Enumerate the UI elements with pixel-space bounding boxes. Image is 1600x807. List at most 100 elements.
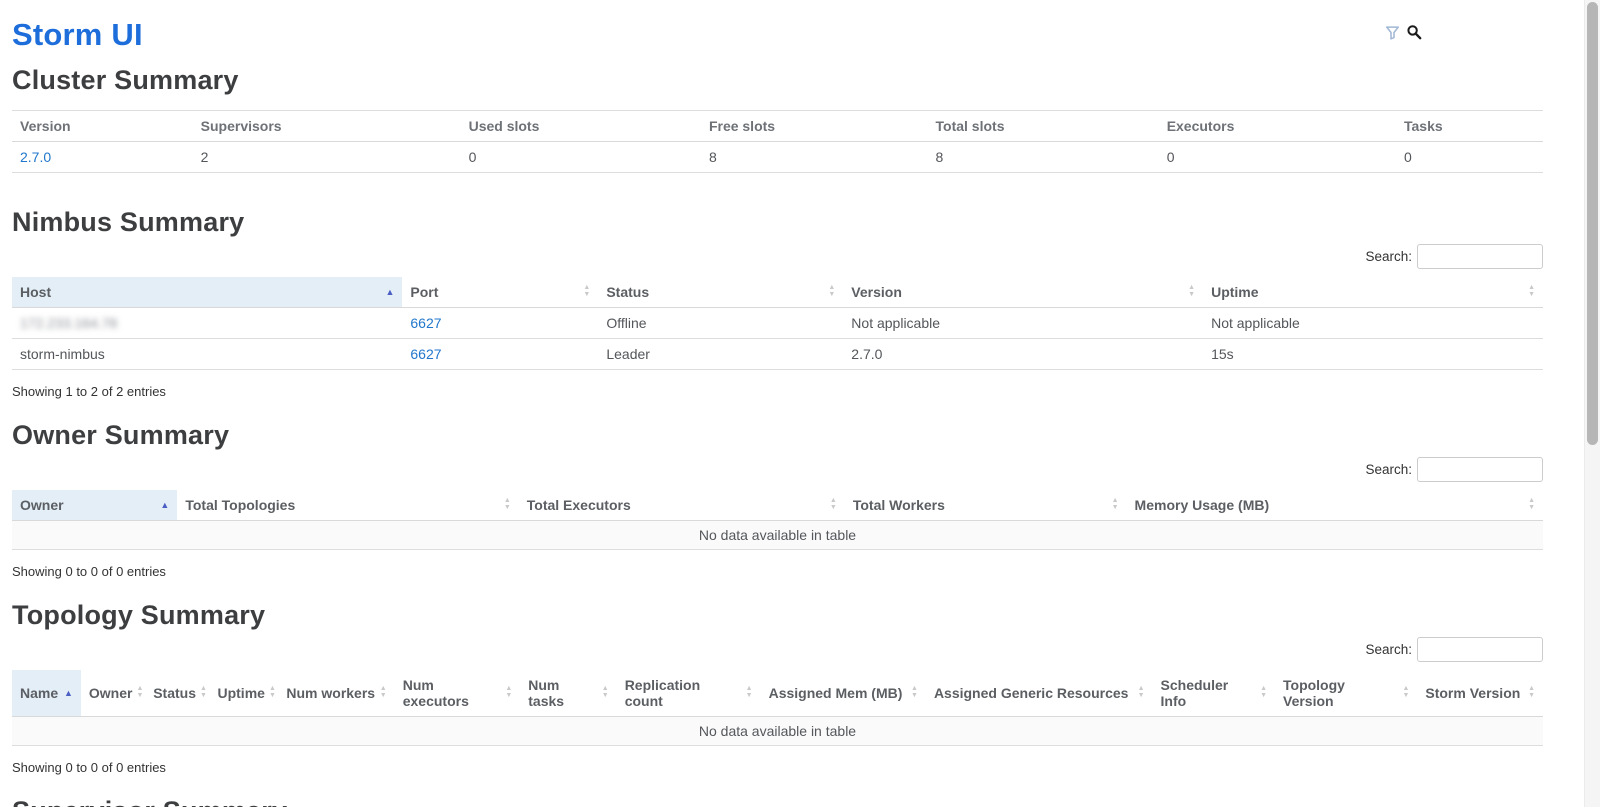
nimbus-col-port[interactable]: Port ▲▼	[402, 277, 598, 308]
column-label: Owner	[20, 497, 64, 513]
column-label: Uptime	[217, 685, 264, 701]
column-label: Name	[20, 685, 58, 701]
owner-search-input[interactable]	[1417, 457, 1543, 482]
nimbus-version-cell: 2.7.0	[843, 339, 1203, 370]
nimbus-host-cell: storm-nimbus	[12, 339, 402, 370]
topology-col-status[interactable]: Status▲▼	[145, 670, 209, 717]
owner-summary-section: Owner Summary Search: Owner▲ Total Topol…	[12, 420, 1543, 579]
nimbus-version-cell: Not applicable	[843, 308, 1203, 339]
topbar	[1385, 24, 1422, 40]
sort-icon: ▲▼	[269, 686, 276, 699]
sort-icon: ▲▼	[505, 686, 512, 699]
sort-icon: ▲▼	[1112, 498, 1119, 511]
topology-col-num-workers[interactable]: Num workers▲▼	[278, 670, 394, 717]
sort-icon: ▲▼	[136, 686, 143, 699]
column-label: Host	[20, 284, 51, 300]
column-label: Assigned Mem (MB)	[769, 685, 903, 701]
cluster-executors-cell: 0	[1159, 142, 1396, 173]
topology-col-name[interactable]: Name▲	[12, 670, 81, 717]
topology-summary-section: Topology Summary Search: Name▲ Owner▲▼	[12, 600, 1543, 775]
sort-icon: ▲▼	[1528, 498, 1535, 511]
sort-icon: ▲▼	[1528, 686, 1535, 699]
sort-icon: ▲▼	[602, 686, 609, 699]
topology-col-owner[interactable]: Owner▲▼	[81, 670, 145, 717]
nimbus-row: 172.233.164.78 6627 Offline Not applicab…	[12, 308, 1543, 339]
cluster-supervisors-cell: 2	[193, 142, 461, 173]
column-label: Num executors	[403, 677, 502, 709]
cluster-used-slots-cell: 0	[461, 142, 701, 173]
column-label: Total Workers	[853, 497, 945, 513]
sort-asc-icon: ▲	[160, 501, 169, 510]
sort-icon: ▲▼	[1528, 285, 1535, 298]
search-label: Search:	[1365, 462, 1412, 477]
topology-summary-table: Name▲ Owner▲▼ Status▲▼ Uptime▲▼ Num work…	[12, 670, 1543, 746]
nimbus-port-cell: 6627	[402, 339, 598, 370]
nimbus-col-version[interactable]: Version ▲▼	[843, 277, 1203, 308]
topology-search-input[interactable]	[1417, 637, 1543, 662]
search-icon[interactable]	[1406, 24, 1422, 40]
column-label: Replication count	[625, 677, 742, 709]
nimbus-col-status[interactable]: Status▲▼	[598, 277, 843, 308]
nimbus-uptime-cell: 15s	[1203, 339, 1543, 370]
column-label: Memory Usage (MB)	[1135, 497, 1270, 513]
sort-icon: ▲▼	[1138, 686, 1145, 699]
nimbus-uptime-cell: Not applicable	[1203, 308, 1543, 339]
topology-col-replication-count[interactable]: Replication count ▲▼	[617, 670, 761, 717]
column-label: Num tasks	[528, 677, 598, 709]
nimbus-search-input[interactable]	[1417, 244, 1543, 269]
version-link[interactable]: 2.7.0	[20, 149, 51, 165]
scrollbar-thumb[interactable]	[1587, 2, 1598, 445]
empty-table-message: No data available in table	[12, 717, 1543, 746]
owner-col-total-topologies[interactable]: Total Topologies▲▼	[177, 490, 518, 521]
column-label: Storm Version	[1425, 685, 1520, 701]
sort-icon: ▲▼	[1402, 686, 1409, 699]
owner-col-total-executors[interactable]: Total Executors▲▼	[519, 490, 845, 521]
cluster-free-slots-cell: 8	[701, 142, 928, 173]
column-label: Version	[851, 284, 902, 300]
nimbus-col-uptime[interactable]: Uptime▲▼	[1203, 277, 1543, 308]
column-label: Topology Version	[1283, 677, 1398, 709]
owner-table-info: Showing 0 to 0 of 0 entries	[12, 564, 1543, 579]
column-label: Total Executors	[527, 497, 631, 513]
nimbus-port-cell: 6627	[402, 308, 598, 339]
cluster-summary-section: Cluster Summary Version Supervisors Used…	[12, 65, 1543, 173]
sort-icon: ▲▼	[1188, 285, 1195, 298]
sort-icon: ▲▼	[583, 285, 590, 298]
cluster-col-tasks: Tasks	[1396, 111, 1543, 142]
column-label: Assigned Generic Resources	[934, 685, 1129, 701]
empty-table-message: No data available in table	[12, 521, 1543, 550]
filter-funnel-icon[interactable]	[1385, 25, 1400, 40]
nimbus-col-host[interactable]: Host▲	[12, 277, 402, 308]
page-content: Storm UI Cluster Summary Version Supervi…	[12, 17, 1543, 807]
nimbus-search-row: Search:	[12, 244, 1543, 269]
port-link[interactable]: 6627	[410, 315, 441, 331]
cluster-col-supervisors: Supervisors	[193, 111, 461, 142]
topology-col-topology-version[interactable]: Topology Version ▲▼	[1275, 670, 1417, 717]
topology-col-assigned-mem[interactable]: Assigned Mem (MB)▲▼	[761, 670, 926, 717]
topology-search-row: Search:	[12, 637, 1543, 662]
cluster-summary-heading: Cluster Summary	[12, 65, 1543, 96]
topology-col-num-executors[interactable]: Num executors▲▼	[395, 670, 521, 717]
cluster-tasks-cell: 0	[1396, 142, 1543, 173]
topology-col-scheduler-info[interactable]: Scheduler Info▲▼	[1153, 670, 1275, 717]
owner-col-memory-usage[interactable]: Memory Usage (MB) ▲▼	[1127, 490, 1543, 521]
sort-icon: ▲▼	[746, 686, 753, 699]
topology-col-storm-version[interactable]: Storm Version ▲▼	[1417, 670, 1543, 717]
topology-summary-heading: Topology Summary	[12, 600, 1543, 631]
topology-col-uptime[interactable]: Uptime ▲▼	[209, 670, 278, 717]
sort-icon: ▲▼	[828, 285, 835, 298]
sort-icon: ▲▼	[1260, 686, 1267, 699]
owner-col-total-workers[interactable]: Total Workers ▲▼	[845, 490, 1127, 521]
nimbus-table-info: Showing 1 to 2 of 2 entries	[12, 384, 1543, 399]
topology-col-num-tasks[interactable]: Num tasks ▲▼	[520, 670, 616, 717]
column-label: Status	[153, 685, 196, 701]
empty-table-row: No data available in table	[12, 521, 1543, 550]
topology-col-assigned-generic-resources[interactable]: Assigned Generic Resources ▲▼	[926, 670, 1153, 717]
owner-col-owner[interactable]: Owner ▲	[12, 490, 177, 521]
cluster-total-slots-cell: 8	[928, 142, 1159, 173]
column-label: Port	[410, 284, 438, 300]
scrollbar-track[interactable]	[1584, 0, 1600, 807]
nimbus-status-cell: Leader	[598, 339, 843, 370]
port-link[interactable]: 6627	[410, 346, 441, 362]
nimbus-summary-section: Nimbus Summary Search: Host▲ Port▲▼ Stat…	[12, 207, 1543, 399]
